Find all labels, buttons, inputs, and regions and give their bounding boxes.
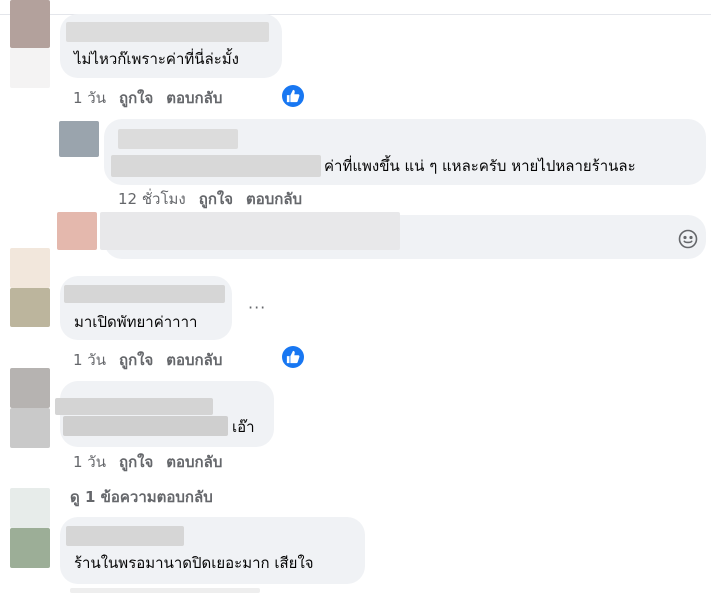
reply-button[interactable]: ตอบกลับ [246,190,302,208]
redacted-text [63,416,228,436]
comment-text: เอ๊า [232,418,255,436]
more-options-button[interactable]: ··· [248,298,266,317]
author-name-redacted[interactable] [118,129,238,149]
timestamp[interactable]: 1 วัน [73,453,106,471]
like-button[interactable]: ถูกใจ [199,190,233,208]
comment-actions: 1 วัน ถูกใจ ตอบกลับ [73,88,235,108]
avatar [57,212,97,250]
like-button[interactable]: ถูกใจ [119,89,153,107]
comment-actions: 12 ชั่วโมง ถูกใจ ตอบกลับ [118,189,315,209]
reply-button[interactable]: ตอบกลับ [166,351,222,369]
redacted-input-content [100,212,400,250]
avatar-background [10,408,50,448]
reply-button[interactable]: ตอบกลับ [166,453,222,471]
author-name-redacted[interactable] [64,285,225,303]
avatar-background [10,48,50,88]
thumbs-up-icon[interactable] [282,85,304,107]
thumbs-up-icon[interactable] [282,346,304,368]
avatar[interactable] [10,528,50,568]
author-name-redacted[interactable] [66,526,184,546]
emoji-icon[interactable] [678,229,698,249]
avatar[interactable] [59,121,99,157]
avatar-background [10,488,50,528]
comment-actions: 1 วัน ถูกใจ ตอบกลับ [73,452,235,472]
author-name-redacted[interactable] [66,22,269,42]
comment-text: ร้านในพรอมานาดปิดเยอะมาก เสียใจ [74,554,314,572]
timestamp[interactable]: 12 ชั่วโมง [118,190,186,208]
like-button[interactable]: ถูกใจ [119,351,153,369]
comment-text: ค่าที่แพงขึ้น แน่ ๆ แหละครับ หายไปหลายร้… [324,157,636,175]
avatar[interactable] [10,368,50,408]
timestamp[interactable]: 1 วัน [73,351,106,369]
view-replies-link[interactable]: ดู 1 ข้อความตอบกลับ [70,485,213,509]
author-name-redacted[interactable] [55,398,213,415]
timestamp[interactable]: 1 วัน [73,89,106,107]
comment-text: มาเปิดพัทยาค่าาาา [74,313,198,331]
reply-button[interactable]: ตอบกลับ [166,89,222,107]
like-button[interactable]: ถูกใจ [119,453,153,471]
avatar[interactable] [10,288,50,327]
redacted-text [111,155,321,177]
comment-actions: 1 วัน ถูกใจ ตอบกลับ [73,350,235,370]
avatar-background [10,248,50,288]
avatar[interactable] [10,0,50,48]
redacted-actions-row [70,588,260,593]
comment-text: ไม่ไหวก๊เพราะค่าที่นี่ล่ะมั้ง [74,50,239,68]
